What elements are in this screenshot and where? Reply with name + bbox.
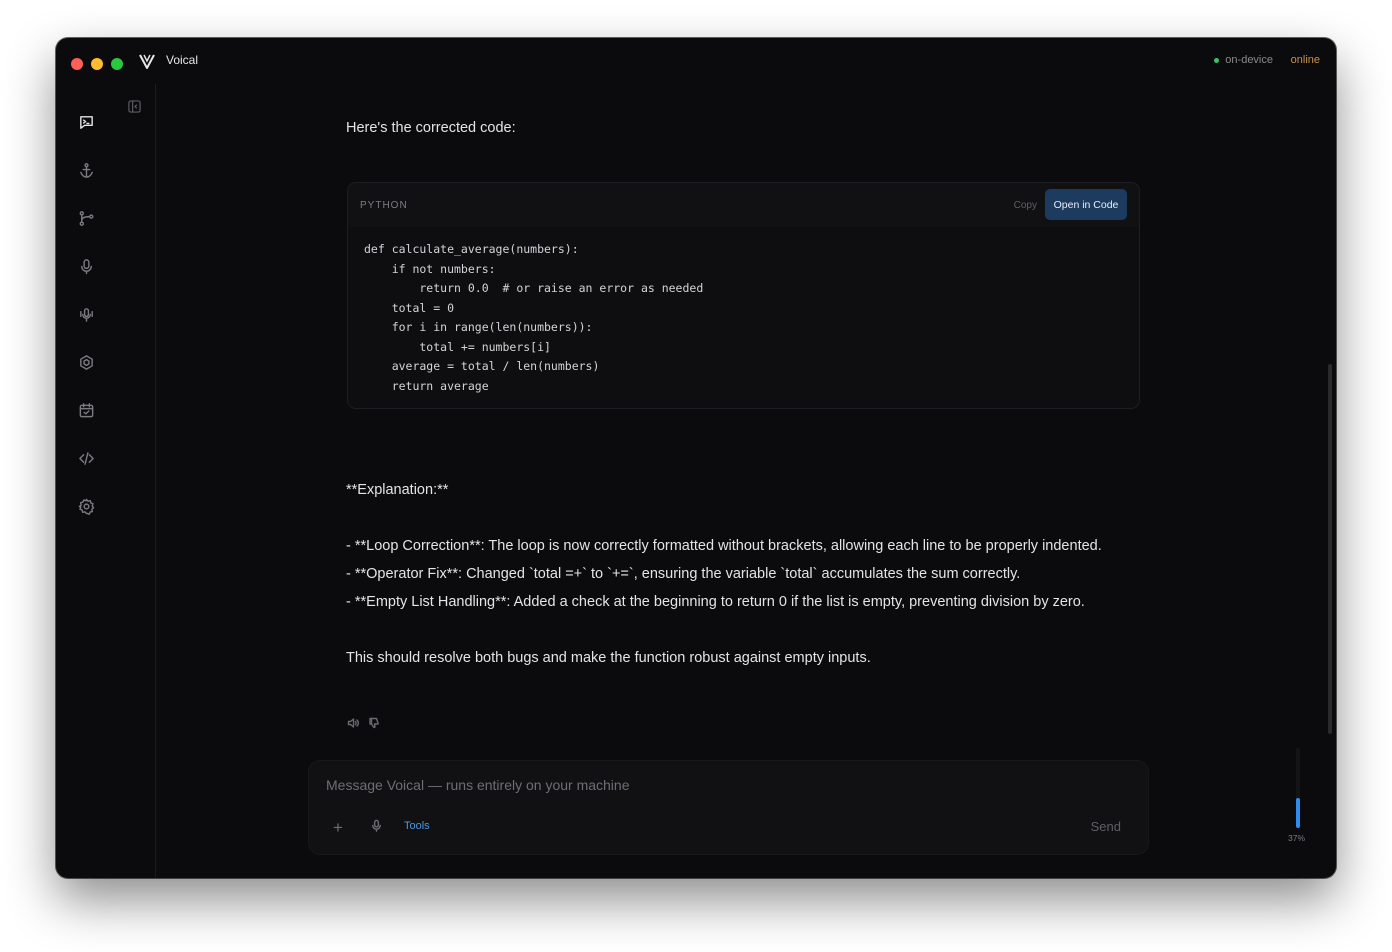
sidebar-toggle-icon xyxy=(128,100,141,113)
app-title: Voical xyxy=(166,53,199,67)
thumbs-down-button[interactable] xyxy=(368,716,380,734)
read-aloud-button[interactable] xyxy=(347,716,359,734)
calendar-icon xyxy=(79,402,93,417)
microphone-icon xyxy=(372,819,381,832)
hexagon-plugin-icon xyxy=(79,354,93,370)
sidebar-item-branches[interactable] xyxy=(74,206,98,230)
collapse-sidebar-button[interactable] xyxy=(128,100,142,114)
on-device-status: on-device xyxy=(1214,54,1273,66)
gear-icon xyxy=(78,498,94,515)
status-dot-icon xyxy=(1214,57,1220,63)
voice-input-button[interactable] xyxy=(370,819,384,833)
tools-button[interactable]: Tools xyxy=(404,820,430,832)
sidebar-item-chat[interactable] xyxy=(74,110,98,134)
code-icon xyxy=(78,451,94,465)
online-status: online xyxy=(1290,54,1320,66)
close-window-button[interactable] xyxy=(71,58,83,70)
mic-level-fill xyxy=(1296,798,1300,828)
app-window: Voical on-device online Here's the corre… xyxy=(56,38,1336,878)
explanation-bullet: - **Loop Correction**: The loop is now c… xyxy=(346,538,1102,554)
microphone-icon xyxy=(80,258,92,274)
open-in-code-button[interactable]: Open in Code xyxy=(1045,189,1127,220)
code-block: PYTHON Copy Open in Code def calculate_a… xyxy=(347,182,1140,409)
mic-level-label: 37% xyxy=(1288,833,1306,843)
sidebar xyxy=(56,84,156,878)
code-content: def calculate_average(numbers): if not n… xyxy=(364,242,704,393)
explanation-bullet: - **Operator Fix**: Changed `total =+` t… xyxy=(346,566,1021,582)
chat-area: Here's the corrected code: PYTHON Copy O… xyxy=(156,84,1336,878)
speaker-icon xyxy=(347,718,359,728)
code-language-label: PYTHON xyxy=(360,200,408,211)
mic-level-meter xyxy=(1296,748,1300,828)
voical-logo-icon xyxy=(139,54,155,69)
sidebar-item-code[interactable] xyxy=(74,446,98,470)
explanation-heading: **Explanation:** xyxy=(346,482,449,498)
copy-code-button[interactable]: Copy xyxy=(1014,200,1037,211)
sidebar-item-microphone[interactable] xyxy=(74,254,98,278)
message-composer: + Tools Send xyxy=(308,760,1149,855)
sidebar-item-voice[interactable] xyxy=(74,302,98,326)
minimize-window-button[interactable] xyxy=(91,58,103,70)
chat-scrollbar[interactable] xyxy=(1328,364,1332,734)
thumbs-down-icon xyxy=(369,717,379,729)
sidebar-item-settings[interactable] xyxy=(74,494,98,518)
voice-broadcast-icon xyxy=(79,307,93,322)
sidebar-item-plugins[interactable] xyxy=(74,350,98,374)
add-attachment-button[interactable]: + xyxy=(333,819,343,836)
branch-icon xyxy=(79,210,93,226)
closing-text: This should resolve both bugs and make t… xyxy=(346,650,871,666)
sidebar-item-calendar[interactable] xyxy=(74,398,98,422)
sidebar-item-anchor[interactable] xyxy=(74,158,98,182)
zoom-window-button[interactable] xyxy=(111,58,123,70)
explanation-bullet: - **Empty List Handling**: Added a check… xyxy=(346,594,1085,610)
message-actions xyxy=(347,716,380,734)
anchor-icon xyxy=(79,162,93,178)
send-button[interactable]: Send xyxy=(1091,819,1121,834)
on-device-label: on-device xyxy=(1225,54,1273,66)
code-block-header: PYTHON Copy Open in Code xyxy=(348,183,1139,227)
message-input[interactable] xyxy=(324,773,1108,797)
chat-icon xyxy=(79,115,93,129)
titlebar: Voical on-device online xyxy=(56,38,1336,84)
assistant-intro-text: Here's the corrected code: xyxy=(346,120,516,136)
